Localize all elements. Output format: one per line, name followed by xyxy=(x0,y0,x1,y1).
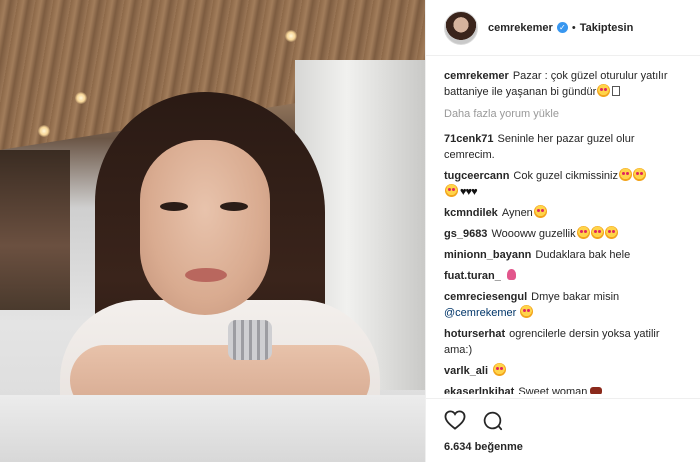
black-hearts-icon: ♥♥♥ xyxy=(460,186,478,198)
ceiling-light xyxy=(38,125,50,137)
comment-username[interactable]: tugceercann xyxy=(444,170,509,182)
comment-item: cemreciesengul Dmye bakar misin @cemrekeme… xyxy=(444,289,687,321)
comments-list: cemrekemer Pazar : çok güzel oturulur yat… xyxy=(426,68,700,394)
instagram-post: cemrekemer ✓ • Takiptesin cemrekemer Paza… xyxy=(0,0,700,462)
comment-icon[interactable] xyxy=(482,410,503,431)
post-actions: 6.634 beğenme xyxy=(426,398,700,462)
load-more-comments-link[interactable]: Daha fazla yorum yükle xyxy=(444,108,687,120)
heart-eyes-emoji-icon xyxy=(632,168,646,181)
comment-username[interactable]: fuat.turan_ xyxy=(444,270,501,282)
background-wall xyxy=(0,150,70,310)
likes-count[interactable]: 6.634 beğenme xyxy=(444,441,683,453)
heart-eyes-emoji-icon xyxy=(604,226,618,239)
comment-text: Aynen xyxy=(501,207,533,219)
comment-item: hoturserhat ogrencilerle dersin yoksa yat… xyxy=(444,326,687,358)
comment-item: 71cenk71 Seninle her pazar guzel olur cem… xyxy=(444,131,687,163)
avatar[interactable] xyxy=(444,10,478,45)
wristwatch xyxy=(228,320,272,360)
comment-item: tugceercann Cok guzel cikmissiniz ♥♥♥ xyxy=(444,168,687,200)
lips xyxy=(185,268,227,282)
separator-dot: • xyxy=(571,21,576,34)
post-side-panel: cemrekemer ✓ • Takiptesin cemrekemer Paza… xyxy=(425,0,700,462)
couch xyxy=(0,395,425,462)
heart-eyes-emoji-icon xyxy=(445,184,458,197)
comment-item: kcmndilek Aynen xyxy=(444,205,687,221)
comment-item: fuat.turan_ xyxy=(444,268,687,284)
comment-username[interactable]: minionn_bayann xyxy=(444,249,531,261)
comment-text: Sweet woman xyxy=(518,386,588,394)
comment-item: gs_9683 Woooww guzellik xyxy=(444,226,687,242)
comment-text: Dmye bakar misin xyxy=(531,291,620,303)
comment-text: Cok guzel cikmissiniz xyxy=(513,170,618,182)
comment-username[interactable]: hoturserhat xyxy=(444,328,505,340)
comment-item: varlk_ali xyxy=(444,363,687,379)
tulip-emoji-icon xyxy=(506,269,516,280)
eye xyxy=(220,202,248,211)
comment-username[interactable]: 71cenk71 xyxy=(444,133,494,145)
comment-username[interactable]: ekaserlnkihat xyxy=(444,386,514,394)
comment-mention[interactable]: @cemrekemer xyxy=(444,307,516,319)
missing-glyph-icon xyxy=(612,86,621,96)
comment-username[interactable]: cemreciesengul xyxy=(444,291,527,303)
emoji-icon xyxy=(590,387,603,394)
heart-eyes-emoji-icon xyxy=(590,226,604,239)
follow-status[interactable]: Takiptesin xyxy=(580,22,634,34)
eye xyxy=(160,202,188,211)
post-header: cemrekemer ✓ • Takiptesin xyxy=(426,0,700,56)
caption-username[interactable]: cemrekemer xyxy=(444,70,509,82)
comment-username[interactable]: kcmndilek xyxy=(444,207,498,219)
sleepy-face-emoji-icon xyxy=(597,84,611,97)
comment-text: Dudaklara bak hele xyxy=(535,249,631,261)
comment-item: minionn_bayann Dudaklara bak hele xyxy=(444,247,687,263)
comment-item: ekaserlnkihat Sweet woman xyxy=(444,384,687,394)
post-photo[interactable] xyxy=(0,0,425,462)
comment-username[interactable]: varlk_ali xyxy=(444,365,488,377)
verified-badge-icon: ✓ xyxy=(556,22,568,33)
caption: cemrekemer Pazar : çok güzel oturulur yat… xyxy=(444,68,687,100)
ceiling-light xyxy=(285,30,297,42)
ceiling-light xyxy=(75,92,87,104)
face xyxy=(140,140,270,315)
comment-text: Woooww guzellik xyxy=(491,228,576,240)
heart-eyes-emoji-icon xyxy=(493,363,507,376)
action-icons xyxy=(444,409,683,431)
heart-eyes-emoji-icon xyxy=(618,168,632,181)
header-username[interactable]: cemrekemer xyxy=(488,22,553,34)
heart-eyes-emoji-icon xyxy=(520,305,534,318)
heart-icon[interactable] xyxy=(444,410,466,430)
heart-eyes-emoji-icon xyxy=(576,226,590,239)
heart-eyes-emoji-icon xyxy=(533,205,547,218)
comment-username[interactable]: gs_9683 xyxy=(444,228,487,240)
